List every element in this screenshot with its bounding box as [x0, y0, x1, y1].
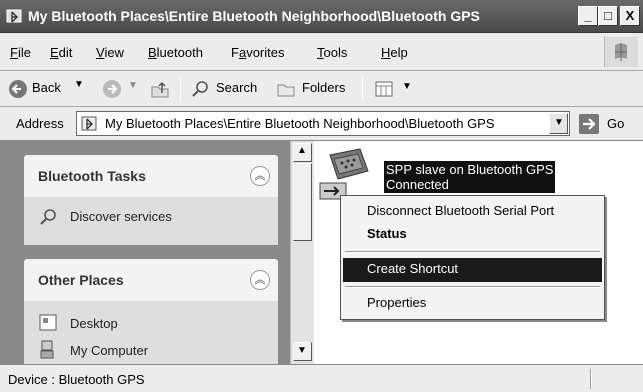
toolbar-separator [362, 77, 363, 101]
search-button[interactable]: Search [190, 78, 270, 100]
scroll-thumb[interactable] [293, 163, 312, 241]
collapse-icon[interactable]: ︽ [250, 270, 270, 290]
menu-item-create-shortcut[interactable]: Create Shortcut [343, 258, 602, 282]
bluetooth-tasks-header[interactable]: Bluetooth Tasks ︽ [24, 155, 278, 197]
search-icon [192, 81, 208, 97]
address-bar: Address My Bluetooth Places\Entire Bluet… [0, 107, 643, 141]
folders-label: Folders [302, 80, 346, 95]
views-button[interactable]: ▼ [374, 78, 416, 100]
desktop-icon [39, 314, 57, 331]
status-bar: Device : Bluetooth GPS [0, 364, 643, 392]
address-label: Address [16, 116, 64, 131]
search-icon [40, 209, 56, 225]
back-label: Back [32, 80, 61, 95]
folders-button[interactable]: Folders [276, 78, 356, 100]
menu-bluetooth[interactable]: Bluetooth [148, 45, 203, 60]
serial-port-icon[interactable] [316, 145, 378, 201]
desktop-label: Desktop [70, 316, 118, 331]
device-item-label[interactable]: SPP slave on Bluetooth GPS Connected [384, 161, 556, 193]
task-pane: Bluetooth Tasks ︽ Discover services Othe… [0, 141, 290, 364]
address-value: My Bluetooth Places\Entire Bluetooth Nei… [105, 116, 495, 131]
chevron-down-icon: ▼ [554, 117, 564, 128]
menu-separator [345, 286, 600, 288]
my-computer-link[interactable]: My Computer [38, 340, 238, 360]
folder-icon [277, 84, 295, 97]
menu-favorites[interactable]: Favorites [231, 45, 284, 60]
discover-services-label: Discover services [70, 209, 172, 224]
back-button[interactable]: Back ▼ [8, 78, 90, 100]
menu-separator [345, 251, 600, 253]
menu-edit[interactable]: Edit [50, 45, 72, 60]
menu-item-disconnect[interactable]: Disconnect Bluetooth Serial Port [343, 200, 602, 224]
my-computer-label: My Computer [70, 343, 149, 358]
address-dropdown-button[interactable]: ▼ [549, 113, 568, 134]
discover-services-link[interactable]: Discover services [38, 207, 238, 227]
device-status: Connected [386, 177, 449, 192]
status-text: Device : Bluetooth GPS [8, 372, 145, 387]
views-grid-icon [375, 81, 393, 97]
bluetooth-tasks-body: Discover services [24, 197, 278, 245]
toolbar: Back ▼ ▼ Search Folders ▼ [0, 71, 643, 107]
window-title: My Bluetooth Places\Entire Bluetooth Nei… [28, 8, 480, 24]
go-arrow-icon[interactable] [578, 113, 600, 135]
chevron-down-icon: ▼ [128, 80, 138, 91]
go-button[interactable]: Go [607, 116, 624, 131]
arrow-down-icon: ▼ [297, 345, 307, 356]
search-label: Search [216, 80, 258, 95]
menu-tools[interactable]: Tools [317, 45, 347, 60]
bluetooth-places-icon [6, 9, 22, 23]
scroll-up-button[interactable]: ▲ [293, 143, 312, 162]
menu-bar: File Edit View Bluetooth Favorites Tools… [0, 33, 643, 71]
title-bar: My Bluetooth Places\Entire Bluetooth Nei… [0, 0, 643, 33]
menu-item-status[interactable]: Status [343, 223, 602, 247]
task-pane-scrollbar[interactable]: ▲ ▼ [290, 141, 314, 364]
desktop-link[interactable]: Desktop [38, 313, 238, 333]
menu-view[interactable]: View [96, 45, 124, 60]
up-folder-icon[interactable] [150, 79, 170, 99]
context-menu: Disconnect Bluetooth Serial Port Status … [340, 195, 605, 320]
chevron-down-icon: ▼ [402, 81, 412, 92]
toolbar-separator [180, 77, 181, 101]
menu-item-properties[interactable]: Properties [343, 292, 602, 316]
close-button[interactable]: X [620, 6, 640, 26]
maximize-button[interactable]: □ [598, 6, 618, 26]
bluetooth-places-icon [81, 116, 97, 131]
device-name: SPP slave on Bluetooth GPS [386, 162, 554, 177]
other-places-title: Other Places [38, 272, 124, 288]
menu-file[interactable]: File [10, 45, 31, 60]
back-arrow-icon [9, 80, 27, 98]
other-places-body: Desktop My Computer [24, 301, 278, 364]
scroll-down-button[interactable]: ▼ [293, 342, 312, 361]
forward-button[interactable]: ▼ [102, 79, 142, 101]
other-places-header[interactable]: Other Places ︽ [24, 259, 278, 301]
collapse-icon[interactable]: ︽ [250, 166, 270, 186]
status-divider [590, 369, 592, 389]
menu-help[interactable]: Help [381, 45, 408, 60]
bluetooth-tasks-title: Bluetooth Tasks [38, 168, 146, 184]
address-field[interactable]: My Bluetooth Places\Entire Bluetooth Nei… [76, 111, 570, 136]
minimize-button[interactable]: _ [578, 6, 598, 26]
computer-icon [40, 340, 54, 359]
forward-arrow-icon [103, 80, 121, 98]
chevron-down-icon: ▼ [74, 79, 84, 90]
arrow-up-icon: ▲ [297, 145, 307, 156]
windows-flag-icon [604, 37, 638, 67]
